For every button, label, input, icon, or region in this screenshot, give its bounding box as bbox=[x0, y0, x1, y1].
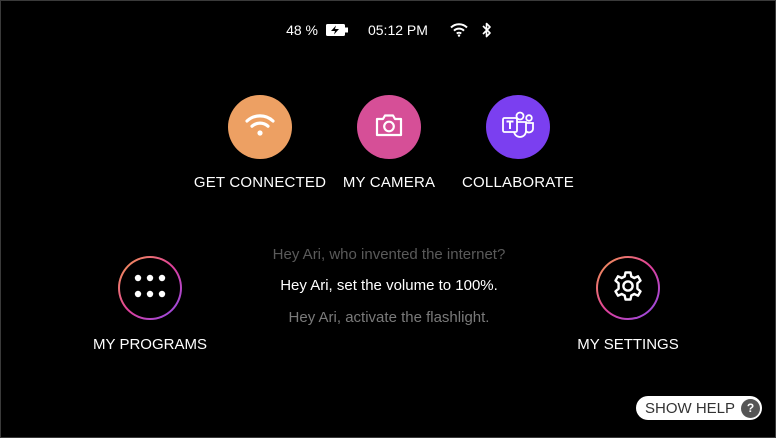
collaborate-button[interactable] bbox=[486, 95, 550, 159]
clock: 05:12 PM bbox=[367, 22, 428, 38]
camera-icon bbox=[374, 112, 404, 143]
my-programs-button[interactable] bbox=[118, 256, 182, 320]
get-connected-tile[interactable]: GET CONNECTED bbox=[190, 95, 330, 191]
my-camera-tile[interactable]: MY CAMERA bbox=[319, 95, 459, 191]
my-settings-label: MY SETTINGS bbox=[577, 336, 679, 353]
voice-suggestion: Hey Ari, who invented the internet? bbox=[272, 246, 506, 263]
get-connected-button[interactable] bbox=[228, 95, 292, 159]
get-connected-label: GET CONNECTED bbox=[193, 174, 327, 191]
help-question-icon: ? bbox=[741, 398, 760, 418]
bluetooth-icon bbox=[482, 22, 492, 38]
battery-charging-icon bbox=[325, 24, 348, 36]
my-programs-label: MY PROGRAMS bbox=[93, 336, 207, 353]
show-help-label: SHOW HELP bbox=[644, 399, 735, 417]
home-screen: 48 % 05:12 PM GET CONNECTED MY CAMERA CO… bbox=[0, 0, 776, 438]
status-bar: 48 % 05:12 PM bbox=[1, 19, 776, 41]
battery-percentage: 48 % bbox=[286, 22, 318, 38]
my-camera-button[interactable] bbox=[357, 95, 421, 159]
voice-suggestion: Hey Ari, activate the flashlight. bbox=[288, 309, 490, 326]
show-help-button[interactable]: SHOW HELP ? bbox=[636, 396, 762, 420]
wifi-icon bbox=[245, 113, 275, 142]
apps-grid-icon bbox=[133, 274, 167, 303]
collaborate-label: COLLABORATE bbox=[462, 174, 574, 191]
my-settings-button[interactable] bbox=[596, 256, 660, 320]
collaborate-tile[interactable]: COLLABORATE bbox=[448, 95, 588, 191]
gear-icon bbox=[612, 270, 644, 307]
wifi-icon bbox=[450, 23, 468, 37]
voice-suggestion-active: Hey Ari, set the volume to 100%. bbox=[280, 277, 498, 294]
teams-icon bbox=[501, 110, 535, 145]
my-settings-tile[interactable]: MY SETTINGS bbox=[548, 256, 708, 353]
my-programs-tile[interactable]: MY PROGRAMS bbox=[70, 256, 230, 353]
my-camera-label: MY CAMERA bbox=[342, 174, 436, 191]
